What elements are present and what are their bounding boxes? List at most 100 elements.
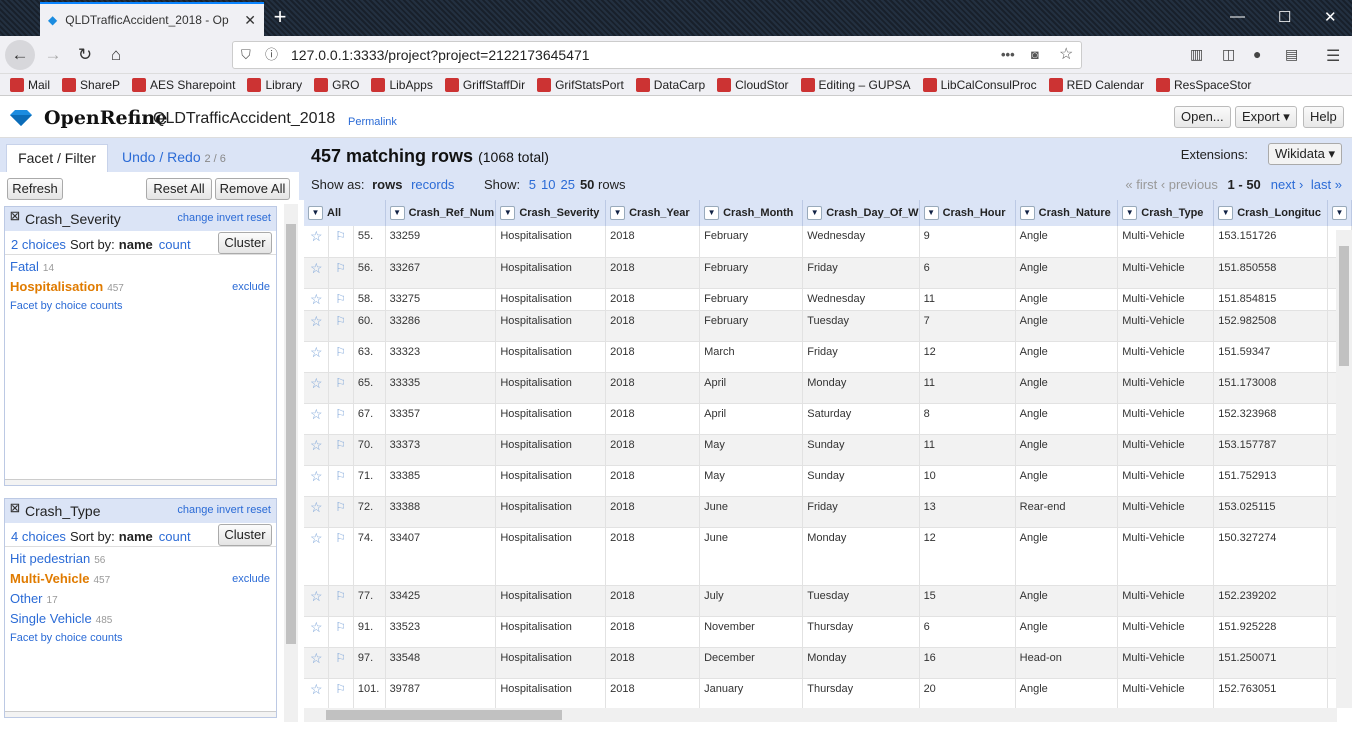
bookmark-item[interactable]: ResSpaceStor: [1155, 77, 1251, 92]
table-cell[interactable]: 33323: [385, 341, 497, 373]
more-actions-icon[interactable]: •••: [1001, 42, 1015, 68]
bookmark-item[interactable]: GRO: [314, 77, 359, 92]
flag-icon[interactable]: ⚐: [328, 288, 354, 311]
flag-icon[interactable]: ⚐: [328, 585, 354, 617]
table-cell[interactable]: 33425: [385, 585, 497, 617]
invert-link[interactable]: invert: [217, 504, 244, 516]
choice-name[interactable]: Other: [10, 591, 43, 606]
next-link[interactable]: next ›: [1271, 177, 1304, 192]
table-cell[interactable]: Angle: [1015, 616, 1119, 648]
cluster-button[interactable]: Cluster: [218, 524, 272, 546]
reset-link[interactable]: reset: [247, 504, 271, 516]
brand-name[interactable]: OpenRefine: [44, 107, 167, 129]
table-cell[interactable]: Hospitalisation: [495, 403, 607, 435]
facet-choice[interactable]: Hit pedestrian 56: [5, 549, 276, 569]
table-cell[interactable]: 152.763051: [1213, 678, 1328, 708]
table-cell[interactable]: 151.925228: [1213, 616, 1328, 648]
table-cell[interactable]: May: [699, 465, 804, 497]
table-cell[interactable]: 153.157787: [1213, 434, 1328, 466]
table-cell[interactable]: July: [699, 585, 804, 617]
table-cell[interactable]: 2018: [605, 310, 701, 342]
column-header[interactable]: ▼ Crash_Longituc: [1213, 200, 1328, 226]
table-cell[interactable]: 74.: [353, 527, 386, 586]
column-menu-icon[interactable]: ▼: [389, 206, 405, 220]
url-bar[interactable]: ⛉ ⓘ 127.0.0.1:3333/project?project=21221…: [232, 41, 1082, 69]
table-cell[interactable]: Hospitalisation: [495, 585, 607, 617]
flag-icon[interactable]: ⚐: [328, 496, 354, 528]
table-cell[interactable]: 151.850558: [1213, 257, 1328, 289]
table-cell[interactable]: 15: [919, 585, 1016, 617]
table-cell[interactable]: 11: [919, 434, 1016, 466]
table-cell[interactable]: 6: [919, 257, 1016, 289]
table-cell[interactable]: Monday: [802, 372, 920, 404]
table-cell[interactable]: 20: [919, 678, 1016, 708]
star-icon[interactable]: ☆: [304, 616, 330, 648]
table-cell[interactable]: 33335: [385, 372, 497, 404]
table-cell[interactable]: Multi-Vehicle: [1117, 465, 1215, 497]
table-cell[interactable]: Friday: [802, 341, 920, 373]
table-cell[interactable]: February: [699, 226, 804, 258]
bookmark-item[interactable]: GriffStaffDir: [444, 77, 525, 92]
table-cell[interactable]: Angle: [1015, 341, 1119, 373]
table-cell[interactable]: February: [699, 310, 804, 342]
choice-name[interactable]: Hospitalisation: [10, 279, 103, 294]
table-cell[interactable]: 6: [919, 616, 1016, 648]
flag-icon[interactable]: ⚐: [328, 310, 354, 342]
column-menu-icon[interactable]: ▼: [704, 206, 720, 220]
reset-all-button[interactable]: Reset All: [146, 178, 212, 200]
table-cell[interactable]: 70.: [353, 434, 386, 466]
star-icon[interactable]: ☆: [304, 465, 330, 497]
star-icon[interactable]: ☆: [304, 257, 330, 289]
close-facet-icon[interactable]: ☒: [10, 502, 20, 515]
home-icon[interactable]: ⌂: [103, 42, 129, 68]
column-menu-icon[interactable]: ▼: [923, 206, 939, 220]
column-menu-icon[interactable]: ▼: [1332, 206, 1347, 220]
table-cell[interactable]: Multi-Vehicle: [1117, 310, 1215, 342]
table-cell[interactable]: 151.250071: [1213, 647, 1328, 679]
bookmark-star-icon[interactable]: ☆: [1059, 42, 1073, 68]
column-menu-icon[interactable]: ▼: [1122, 206, 1138, 220]
table-cell[interactable]: 33373: [385, 434, 497, 466]
table-cell[interactable]: Multi-Vehicle: [1117, 616, 1215, 648]
table-cell[interactable]: 2018: [605, 403, 701, 435]
table-cell[interactable]: 55.: [353, 226, 386, 258]
sort-by-count-link[interactable]: count: [159, 529, 191, 544]
bookmark-item[interactable]: CloudStor: [717, 77, 789, 92]
table-cell[interactable]: Hospitalisation: [495, 310, 607, 342]
sort-by-name[interactable]: name: [119, 237, 153, 252]
pocket-icon[interactable]: ◙: [1031, 42, 1039, 68]
table-cell[interactable]: Multi-Vehicle: [1117, 372, 1215, 404]
table-cell[interactable]: Multi-Vehicle: [1117, 678, 1215, 708]
table-cell[interactable]: Sunday: [802, 434, 920, 466]
table-cell[interactable]: Angle: [1015, 372, 1119, 404]
table-cell[interactable]: Friday: [802, 496, 920, 528]
table-cell[interactable]: Angle: [1015, 527, 1119, 586]
table-cell[interactable]: 2018: [605, 527, 701, 586]
tab-undo-redo[interactable]: Undo / Redo 2 / 6: [122, 149, 226, 165]
table-cell[interactable]: 2018: [605, 465, 701, 497]
table-cell[interactable]: Multi-Vehicle: [1117, 496, 1215, 528]
sidebar-icon[interactable]: ◫: [1222, 46, 1235, 63]
table-cell[interactable]: 11: [919, 372, 1016, 404]
bookmark-item[interactable]: Mail: [10, 77, 50, 92]
table-cell[interactable]: 72.: [353, 496, 386, 528]
table-cell[interactable]: 2018: [605, 496, 701, 528]
table-cell[interactable]: Rear-end: [1015, 496, 1119, 528]
flag-icon[interactable]: ⚐: [328, 257, 354, 289]
table-cell[interactable]: June: [699, 496, 804, 528]
table-cell[interactable]: Thursday: [802, 678, 920, 708]
table-cell[interactable]: 151.173008: [1213, 372, 1328, 404]
table-cell[interactable]: Hospitalisation: [495, 647, 607, 679]
choice-name[interactable]: Fatal: [10, 259, 39, 274]
new-tab-icon[interactable]: +: [270, 4, 290, 30]
table-cell[interactable]: 13: [919, 496, 1016, 528]
scroll-thumb[interactable]: [286, 224, 296, 644]
exclude-link[interactable]: exclude: [232, 569, 270, 589]
column-menu-icon[interactable]: ▼: [500, 206, 516, 220]
table-cell[interactable]: 153.151726: [1213, 226, 1328, 258]
table-cell[interactable]: Angle: [1015, 226, 1119, 258]
url-text[interactable]: 127.0.0.1:3333/project?project=212217364…: [291, 42, 590, 68]
table-cell[interactable]: 150.327274: [1213, 527, 1328, 586]
bookmark-item[interactable]: RED Calendar: [1048, 77, 1144, 92]
facet-resize-handle[interactable]: [5, 711, 276, 717]
